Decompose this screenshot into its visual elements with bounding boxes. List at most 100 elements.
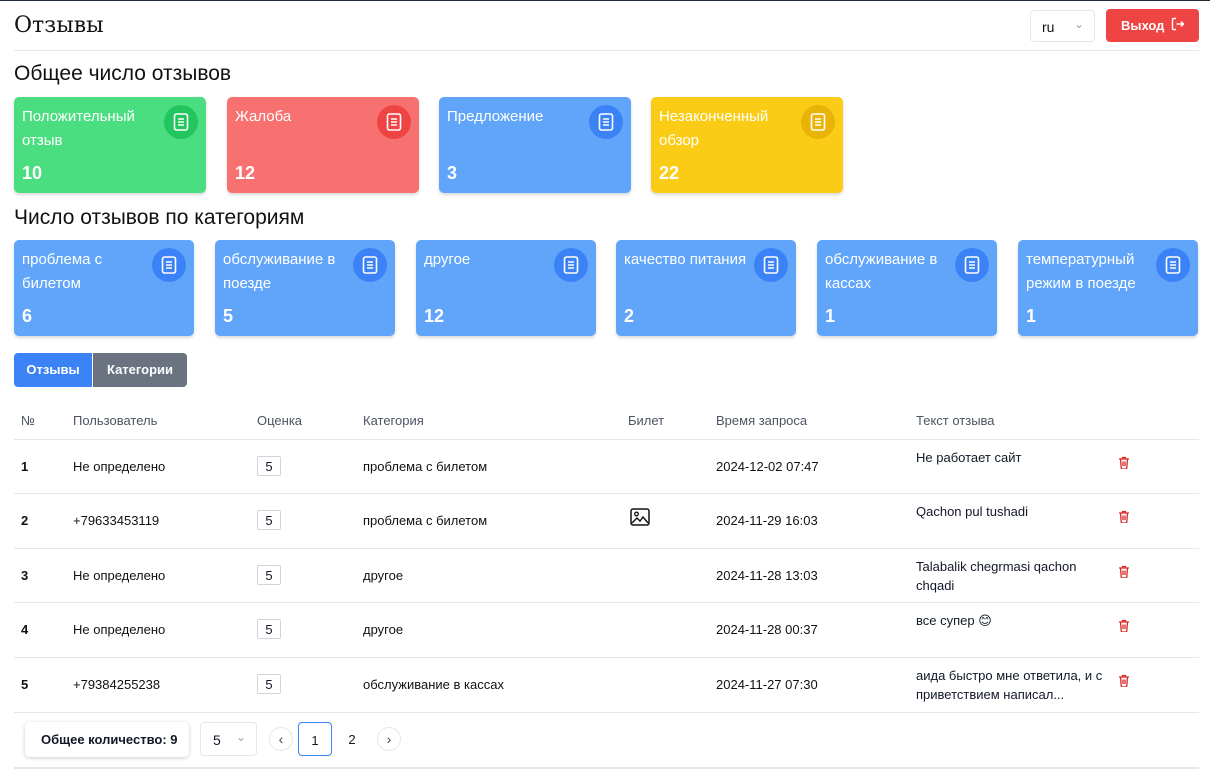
pagination: Общее количество: 9 5 ⌄ ‹ 1 2 › xyxy=(0,715,1210,779)
row-number: 3 xyxy=(21,568,29,583)
row-number: 5 xyxy=(21,677,29,692)
row-time: 2024-11-28 00:37 xyxy=(716,622,818,637)
tab-reviews[interactable]: Отзывы xyxy=(14,353,92,387)
category-card-label: температурный режим в поезде xyxy=(1026,251,1136,292)
row-score: 5 xyxy=(257,456,281,476)
document-icon xyxy=(1156,248,1190,282)
page-size-value: 5 xyxy=(213,732,221,748)
summary-card-value: 12 xyxy=(235,163,256,183)
category-card-label: качество питания xyxy=(624,251,747,268)
summary-card-label: Предложение xyxy=(447,108,544,125)
summary-card-value: 22 xyxy=(659,163,680,183)
bottom-divider xyxy=(14,767,1199,769)
logout-icon xyxy=(1171,17,1185,34)
language-select[interactable]: ru ⌄ xyxy=(1030,10,1095,42)
category-card: обслуживание в кассах 1 xyxy=(817,240,997,336)
document-icon xyxy=(589,105,623,139)
chevron-down-icon: ⌄ xyxy=(235,730,246,744)
row-category: проблема с билетом xyxy=(363,513,488,528)
category-card-label: обслуживание в кассах xyxy=(825,251,938,292)
row-text: Talabalik chegrmasi qachon chqadi xyxy=(916,559,1077,593)
page-header: Отзывы ru ⌄ Выход xyxy=(14,1,1199,51)
delete-icon[interactable] xyxy=(1118,619,1130,637)
category-card-value: 1 xyxy=(825,306,836,326)
row-score: 5 xyxy=(257,510,281,530)
row-time: 2024-11-27 07:30 xyxy=(716,677,818,692)
document-icon xyxy=(377,105,411,139)
document-icon xyxy=(353,248,387,282)
table-row[interactable]: 3 Не определено 5 другое 2024-11-28 13:03 Tal… xyxy=(14,549,1199,603)
column-ticket: Билет xyxy=(628,413,665,428)
logout-button[interactable]: Выход xyxy=(1106,9,1199,42)
table-row[interactable]: 5 +79384255238 5 обслуживание в кассах 2024-… xyxy=(14,658,1199,713)
column-text: Текст отзыва xyxy=(916,413,995,428)
column-user: Пользователь xyxy=(73,413,158,428)
language-value: ru xyxy=(1042,19,1055,35)
column-score: Оценка xyxy=(257,413,303,428)
column-category: Категория xyxy=(363,413,424,428)
row-category: другое xyxy=(363,568,404,583)
chevron-down-icon: ⌄ xyxy=(1073,17,1084,31)
row-user: Не определено xyxy=(73,459,166,474)
delete-icon[interactable] xyxy=(1118,674,1130,692)
table-row[interactable]: 2 +79633453119 5 проблема с билетом 2024-11-… xyxy=(14,494,1199,549)
category-card-label: обслуживание в поезде xyxy=(223,251,336,292)
summary-card-label: Положительный отзыв xyxy=(22,108,135,149)
row-category: проблема с билетом xyxy=(363,459,488,474)
prev-page-button[interactable]: ‹ xyxy=(269,727,293,751)
next-page-button[interactable]: › xyxy=(377,727,401,751)
category-card-value: 1 xyxy=(1026,306,1037,326)
row-category: другое xyxy=(363,622,404,637)
image-icon[interactable] xyxy=(630,508,650,531)
page-2-button[interactable]: 2 xyxy=(335,722,369,756)
category-card: качество питания 2 xyxy=(616,240,796,336)
row-text: Qachon pul tushadi xyxy=(916,504,1029,519)
summary-card: Жалоба 12 xyxy=(227,97,419,193)
summary-card-value: 3 xyxy=(447,163,458,183)
category-card-value: 2 xyxy=(624,306,635,326)
row-category: обслуживание в кассах xyxy=(363,677,504,692)
tab-categories[interactable]: Категории xyxy=(93,353,187,387)
document-icon xyxy=(955,248,989,282)
category-card-value: 5 xyxy=(223,306,234,326)
summary-card: Положительный отзыв 10 xyxy=(14,97,206,193)
table-header: № Пользователь Оценка Категория Билет Вр… xyxy=(14,400,1199,440)
category-card: температурный режим в поезде 1 xyxy=(1018,240,1198,336)
row-score: 5 xyxy=(257,674,281,694)
category-card-value: 6 xyxy=(22,306,33,326)
row-score: 5 xyxy=(257,565,281,585)
row-number: 2 xyxy=(21,513,29,528)
summary-card: Незаконченный обзор 22 xyxy=(651,97,843,193)
category-card-value: 12 xyxy=(424,306,445,326)
category-card: проблема с билетом 6 xyxy=(14,240,194,336)
page-title: Отзывы xyxy=(14,13,104,38)
delete-icon[interactable] xyxy=(1118,565,1130,583)
summary-card-label: Незаконченный обзор xyxy=(659,108,769,149)
summary-card: Предложение 3 xyxy=(439,97,631,193)
row-time: 2024-11-28 13:03 xyxy=(716,568,818,583)
summary-card-label: Жалоба xyxy=(235,108,292,125)
category-card-label: другое xyxy=(424,251,471,268)
column-number: № xyxy=(21,413,35,428)
page-1-button[interactable]: 1 xyxy=(298,722,332,756)
table-row[interactable]: 4 Не определено 5 другое 2024-11-28 00:37 все… xyxy=(14,603,1199,658)
row-text: Не работает сайт xyxy=(916,450,1022,465)
logout-label: Выход xyxy=(1121,18,1165,33)
category-card: обслуживание в поезде 5 xyxy=(215,240,395,336)
document-icon xyxy=(754,248,788,282)
table-row[interactable]: 1 Не определено 5 проблема с билетом 2024-12… xyxy=(14,440,1199,494)
summary-card-value: 10 xyxy=(22,163,43,183)
row-number: 4 xyxy=(21,622,29,637)
category-card-label: проблема с билетом xyxy=(22,251,103,292)
row-user: +79633453119 xyxy=(73,513,160,528)
delete-icon[interactable] xyxy=(1118,456,1130,474)
row-user: +79384255238 xyxy=(73,677,161,692)
row-text: все супер 😊 xyxy=(916,613,992,628)
chevron-right-icon: › xyxy=(386,731,392,747)
summary-title: Общее число отзывов xyxy=(14,62,232,85)
page-size-select[interactable]: 5 ⌄ xyxy=(200,722,257,756)
document-icon xyxy=(801,105,835,139)
document-icon xyxy=(152,248,186,282)
delete-icon[interactable] xyxy=(1118,510,1130,528)
document-icon xyxy=(554,248,588,282)
